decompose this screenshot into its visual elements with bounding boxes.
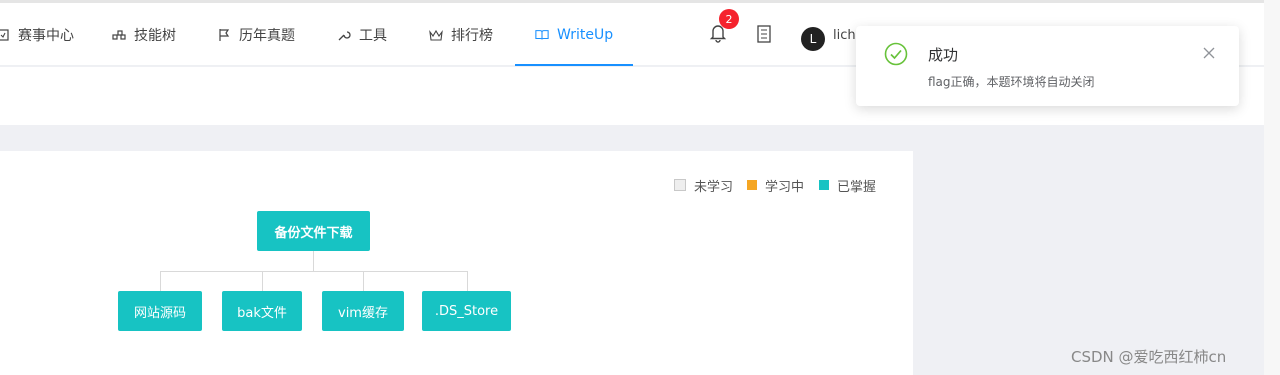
- tree-connector: [160, 271, 161, 291]
- nav-label: 赛事中心: [18, 27, 74, 44]
- tree-node-child[interactable]: bak文件: [222, 291, 302, 331]
- flag-icon: [217, 28, 231, 42]
- nav-item-past-exams[interactable]: 历年真题: [217, 3, 295, 66]
- legend-swatch: [747, 180, 757, 190]
- tree-connector: [160, 271, 468, 272]
- scrollbar[interactable]: [1264, 0, 1280, 375]
- check-circle-icon: [884, 42, 908, 66]
- toast-title: 成功: [928, 46, 959, 64]
- nav-item-tools[interactable]: 工具: [337, 3, 387, 66]
- tree-connector: [467, 271, 468, 291]
- success-toast: 成功 flag正确，本题环境将自动关闭: [856, 26, 1239, 106]
- nav-label: 历年真题: [239, 27, 295, 44]
- nav-label: WriteUp: [557, 26, 614, 43]
- tree-node-child[interactable]: .DS_Store: [422, 291, 511, 331]
- tree-node-child[interactable]: vim缓存: [322, 291, 404, 331]
- legend-label: 未学习: [694, 179, 734, 195]
- legend-swatch: [674, 179, 686, 191]
- nav-label: 工具: [359, 27, 387, 44]
- document-icon[interactable]: [756, 25, 772, 43]
- watermark: CSDN @爱吃西红柿cn: [1071, 348, 1227, 366]
- tree-connector: [313, 251, 314, 271]
- tree-connector: [262, 271, 263, 291]
- legend-item-learning: 学习中: [747, 178, 805, 195]
- nav-item-skill-tree[interactable]: 技能树: [112, 3, 176, 66]
- legend-label: 学习中: [765, 179, 805, 195]
- close-icon[interactable]: [1202, 45, 1216, 59]
- tree-connector: [363, 271, 364, 291]
- crown-icon: [429, 28, 443, 42]
- legend-item-unlearned: 未学习: [674, 178, 734, 195]
- nav-item-leaderboard[interactable]: 排行榜: [429, 3, 493, 66]
- trophy-icon: [0, 28, 10, 42]
- tree-node-child[interactable]: 网站源码: [118, 291, 202, 331]
- tree-node-root[interactable]: 备份文件下载: [257, 211, 370, 251]
- legend-swatch: [819, 180, 829, 190]
- legend-item-mastered: 已掌握: [819, 178, 877, 195]
- notification-badge: 2: [719, 9, 739, 29]
- nav-label: 技能树: [134, 27, 176, 44]
- legend-label: 已掌握: [837, 179, 877, 195]
- nav-item-writeup[interactable]: WriteUp: [514, 3, 634, 66]
- toast-message: flag正确，本题环境将自动关闭: [928, 75, 1095, 89]
- nav-label: 排行榜: [451, 27, 493, 44]
- book-icon: [535, 28, 549, 42]
- nodes-icon: [112, 28, 126, 42]
- avatar[interactable]: L: [801, 27, 825, 51]
- wrench-icon: [337, 28, 351, 42]
- nav-item-contest-center[interactable]: 赛事中心: [0, 3, 74, 66]
